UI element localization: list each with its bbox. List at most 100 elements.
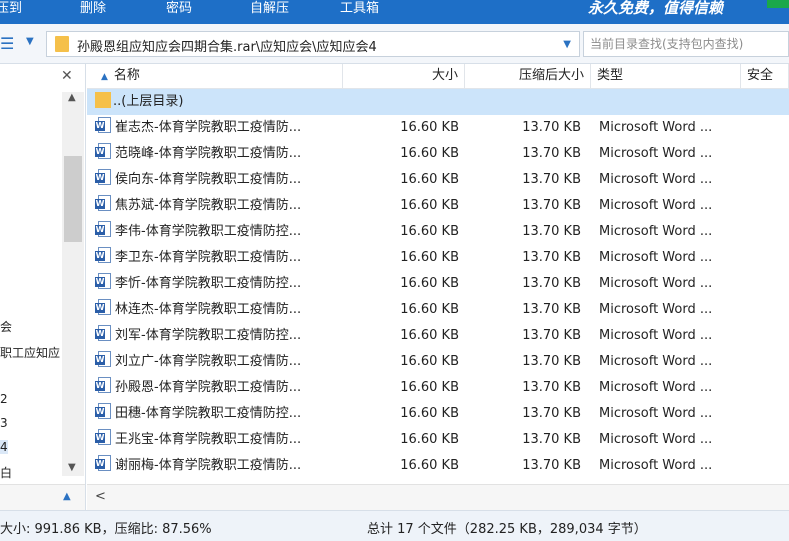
column-header-size[interactable]: 大小 <box>343 64 465 89</box>
table-row[interactable]: W 林连杰-体育学院教职工疫情防... 16.60 KB 13.70 KB Micros… <box>87 297 789 323</box>
file-compressed-size: 13.70 KB <box>522 302 581 317</box>
file-compressed-size: 13.70 KB <box>522 328 581 343</box>
table-row[interactable]: W 范晓峰-体育学院教职工疫情防... 16.60 KB 13.70 KB Micros… <box>87 141 789 167</box>
table-row[interactable]: W 崔志杰-体育学院教职工疫情防... 16.60 KB 13.70 KB Micros… <box>87 115 789 141</box>
path-dropdown-icon[interactable]: ▼ <box>563 39 571 50</box>
word-document-icon: W <box>95 169 113 186</box>
toolbar-delete-button[interactable]: 删除 <box>80 0 106 24</box>
close-icon[interactable]: ✕ <box>61 68 73 84</box>
chevron-down-icon[interactable]: ▼ <box>26 36 34 47</box>
table-row[interactable]: W 刘立广-体育学院教职工疫情防... 16.60 KB 13.70 KB Micros… <box>87 349 789 375</box>
file-compressed-size: 13.70 KB <box>522 406 581 421</box>
toolbar-toolbox-button[interactable]: 工具箱 <box>340 0 379 24</box>
promo-badge <box>767 0 789 8</box>
status-selection-info: 大小: 991.86 KB，压缩比: 87.56% <box>0 522 212 537</box>
file-name: W 谢丽梅-体育学院教职工疫情防... <box>95 453 343 479</box>
file-name: W 李卫东-体育学院教职工疫情防... <box>95 245 343 271</box>
file-compressed-size: 13.70 KB <box>522 172 581 187</box>
file-compressed-size: 13.70 KB <box>522 250 581 265</box>
search-input[interactable] <box>584 32 788 56</box>
word-document-icon: W <box>95 195 113 212</box>
scroll-up-icon[interactable]: ▲ <box>68 92 76 103</box>
table-row[interactable]: W 田穗-体育学院教职工疫情防控... 16.60 KB 13.70 KB Micros… <box>87 401 789 427</box>
tree-item[interactable]: 职工应知应 <box>0 344 60 361</box>
file-type: Microsoft Word ... <box>599 458 713 473</box>
word-document-icon: W <box>95 377 113 394</box>
table-row[interactable]: W 李忻-体育学院教职工疫情防控... 16.60 KB 13.70 KB Micros… <box>87 271 789 297</box>
list-horizontal-scrollbar[interactable]: < <box>87 484 789 510</box>
word-document-icon: W <box>95 273 113 290</box>
tree-vertical-scrollbar[interactable]: ▲ ▼ <box>62 92 84 476</box>
table-row[interactable]: W 李卫东-体育学院教职工疫情防... 16.60 KB 13.70 KB Micros… <box>87 245 789 271</box>
path-input[interactable]: 孙殿恩组应知应会四期合集.rar\应知应会\应知应会4 ▼ <box>46 31 580 57</box>
file-type: Microsoft Word ... <box>599 146 713 161</box>
file-size: 16.60 KB <box>400 406 459 421</box>
file-compressed-size: 13.70 KB <box>522 276 581 291</box>
file-size: 16.60 KB <box>400 432 459 447</box>
column-header-security[interactable]: 安全 <box>741 64 789 89</box>
table-row[interactable]: W 侯向东-体育学院教职工疫情防... 16.60 KB 13.70 KB Micros… <box>87 167 789 193</box>
word-document-icon: W <box>95 299 113 316</box>
file-type: Microsoft Word ... <box>599 120 713 135</box>
tree-item[interactable]: 白 <box>0 464 12 481</box>
file-name: W 林连杰-体育学院教职工疫情防... <box>95 297 343 323</box>
file-size: 16.60 KB <box>400 302 459 317</box>
tree-item[interactable]: 2 <box>0 392 8 406</box>
file-name: W 李忻-体育学院教职工疫情防控... <box>95 271 343 297</box>
parent-directory-name: ..(上层目录) <box>95 89 343 115</box>
file-list: ▲ 名称 大小 压缩后大小 类型 安全 ..(上层目录) W 崔志杰-体育学院教职工… <box>87 64 789 510</box>
scrollbar-thumb[interactable] <box>64 156 82 242</box>
file-name: W 崔志杰-体育学院教职工疫情防... <box>95 115 343 141</box>
folder-icon <box>95 92 111 108</box>
file-type: Microsoft Word ... <box>599 380 713 395</box>
file-name: W 孙殿恩-体育学院教职工疫情防... <box>95 375 343 401</box>
table-row[interactable]: W 谢丽梅-体育学院教职工疫情防... 16.60 KB 13.70 KB Micros… <box>87 453 789 479</box>
column-header-name[interactable]: ▲ 名称 <box>87 64 343 89</box>
file-size: 16.60 KB <box>400 172 459 187</box>
scroll-left-icon[interactable]: < <box>95 489 106 504</box>
folder-tree-pane: ✕ 会 职工应知应 2 3 4 白 ▲ ▼ ▲ <box>0 64 86 510</box>
collapse-up-icon[interactable]: ▲ <box>63 491 71 502</box>
file-size: 16.60 KB <box>400 198 459 213</box>
folder-icon <box>55 36 69 52</box>
toolbar-extract-to-button[interactable]: 压到 <box>0 0 22 24</box>
word-document-icon: W <box>95 403 113 420</box>
file-size: 16.60 KB <box>400 380 459 395</box>
table-row[interactable]: W 孙殿恩-体育学院教职工疫情防... 16.60 KB 13.70 KB Micros… <box>87 375 789 401</box>
tree-item-selected[interactable]: 4 <box>0 440 8 454</box>
file-size: 16.60 KB <box>400 328 459 343</box>
toolbar-sfx-button[interactable]: 自解压 <box>250 0 289 24</box>
table-row[interactable]: W 王兆宝-体育学院教职工疫情防... 16.60 KB 13.70 KB Micros… <box>87 427 789 453</box>
promo-slogan: 永久免费，值得信赖 <box>588 0 724 17</box>
list-header: ▲ 名称 大小 压缩后大小 类型 安全 <box>87 64 789 89</box>
table-row[interactable]: W 李伟-体育学院教职工疫情防控... 16.60 KB 13.70 KB Micros… <box>87 219 789 245</box>
path-text: 孙殿恩组应知应会四期合集.rar\应知应会\应知应会4 <box>77 40 377 55</box>
sort-arrow-icon: ▲ <box>101 72 108 82</box>
file-name: W 李伟-体育学院教职工疫情防控... <box>95 219 343 245</box>
status-bar: 大小: 991.86 KB，压缩比: 87.56% 总计 17 个文件（282.… <box>0 510 789 541</box>
file-size: 16.60 KB <box>400 146 459 161</box>
file-name: W 刘立广-体育学院教职工疫情防... <box>95 349 343 375</box>
scroll-down-icon[interactable]: ▼ <box>68 462 76 473</box>
search-box[interactable] <box>583 31 789 57</box>
file-name: W 王兆宝-体育学院教职工疫情防... <box>95 427 343 453</box>
parent-directory-row[interactable]: ..(上层目录) <box>87 89 789 115</box>
menu-icon[interactable]: ☰ <box>0 34 14 53</box>
column-header-compressed-size[interactable]: 压缩后大小 <box>465 64 591 89</box>
top-toolbar: 压到 删除 密码 自解压 工具箱 永久免费，值得信赖 <box>0 0 789 24</box>
file-size: 16.60 KB <box>400 458 459 473</box>
file-compressed-size: 13.70 KB <box>522 354 581 369</box>
file-size: 16.60 KB <box>400 224 459 239</box>
tree-item[interactable]: 会 <box>0 318 12 335</box>
column-header-type[interactable]: 类型 <box>591 64 741 89</box>
file-name: W 范晓峰-体育学院教职工疫情防... <box>95 141 343 167</box>
table-row[interactable]: W 焦苏斌-体育学院教职工疫情防... 16.60 KB 13.70 KB Micros… <box>87 193 789 219</box>
word-document-icon: W <box>95 117 113 134</box>
file-compressed-size: 13.70 KB <box>522 380 581 395</box>
table-row[interactable]: W 刘军-体育学院教职工疫情防控... 16.60 KB 13.70 KB Micros… <box>87 323 789 349</box>
tree-horizontal-scrollbar[interactable]: ▲ <box>0 484 85 510</box>
tree-item[interactable]: 3 <box>0 416 8 430</box>
word-document-icon: W <box>95 351 113 368</box>
file-name: W 焦苏斌-体育学院教职工疫情防... <box>95 193 343 219</box>
toolbar-password-button[interactable]: 密码 <box>166 0 192 24</box>
